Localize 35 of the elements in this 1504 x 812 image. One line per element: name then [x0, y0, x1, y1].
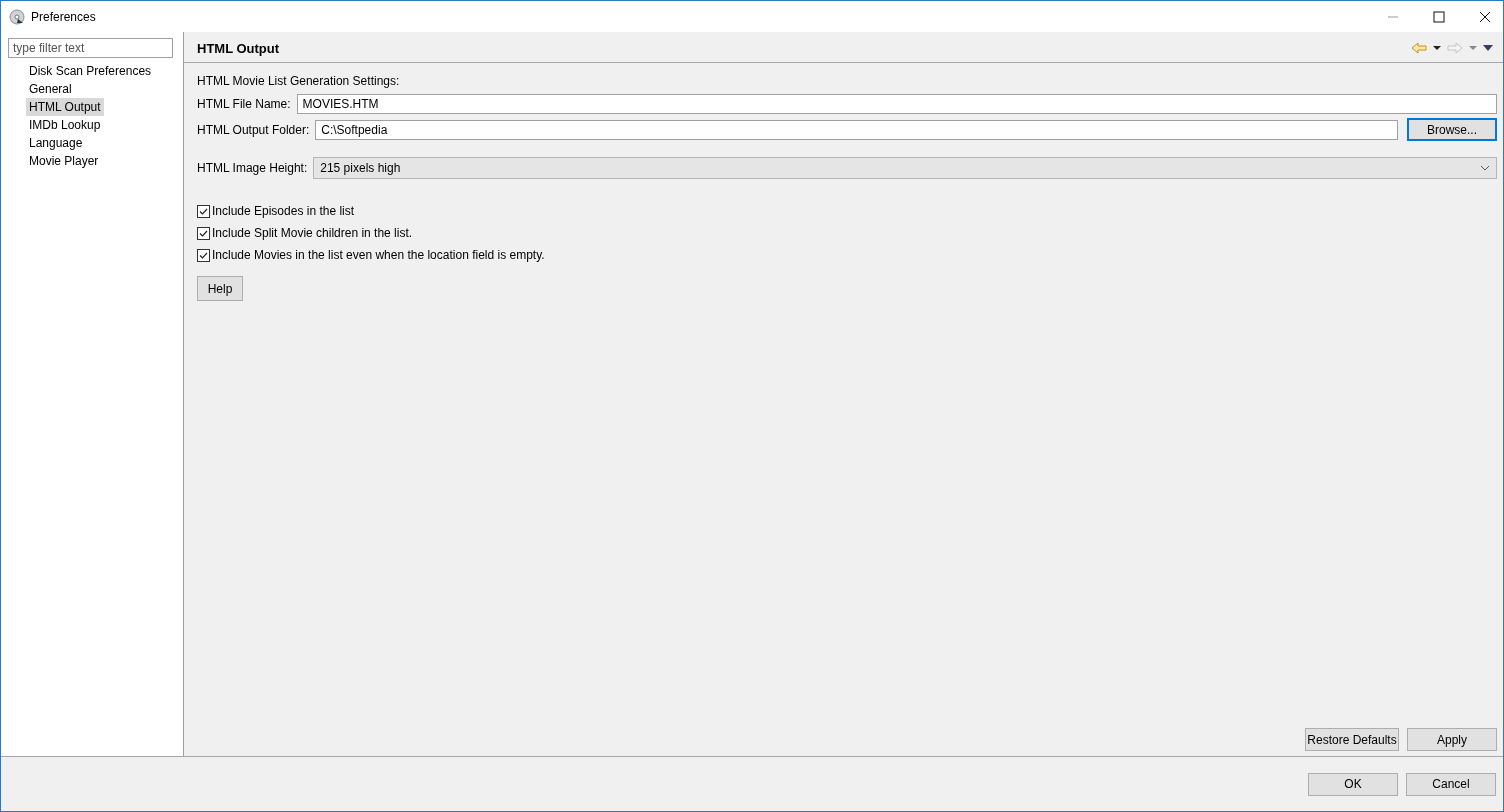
text-field[interactable]: MOVIES.HTM — [296, 94, 1497, 114]
chevron-down-icon — [1480, 165, 1490, 171]
dropdown-value: 215 pixels high — [320, 161, 401, 175]
field-label: HTML Output Folder: — [197, 122, 310, 137]
button[interactable]: Restore Defaults — [1305, 728, 1399, 751]
checkbox[interactable] — [197, 248, 210, 262]
disc-icon — [9, 8, 25, 25]
sidebar-item[interactable]: IMDb Lookup — [26, 116, 104, 134]
button[interactable]: Cancel — [1406, 772, 1496, 796]
maximize-icon[interactable] — [1433, 10, 1445, 23]
page-title: HTML Output — [197, 40, 280, 56]
view-menu-icon[interactable] — [1483, 45, 1493, 51]
checkbox[interactable] — [197, 226, 210, 240]
filter-field[interactable]: type filter text — [8, 38, 173, 58]
field-label: HTML Image Height: — [197, 161, 308, 175]
checkbox-label: Include Episodes in the list — [212, 204, 355, 218]
checkbox-label: Include Split Movie children in the list. — [212, 226, 413, 240]
help-button[interactable]: Help — [197, 276, 243, 301]
sidebar-item[interactable]: Language — [26, 134, 86, 152]
text-field[interactable]: C:\Softpedia — [315, 119, 1398, 140]
button[interactable]: OK — [1308, 772, 1398, 796]
dropdown[interactable]: 215 pixels high — [313, 157, 1497, 179]
section-heading: HTML Movie List Generation Settings: — [197, 73, 400, 90]
close-icon[interactable] — [1479, 10, 1491, 23]
checkbox[interactable] — [197, 204, 210, 218]
dropdown-caret-icon[interactable] — [1433, 45, 1441, 51]
button[interactable]: Apply — [1407, 728, 1497, 751]
window-title: Preferences — [31, 9, 96, 24]
sidebar-item[interactable]: HTML Output — [26, 98, 104, 116]
checkbox-label: Include Movies in the list even when the location field is empty. — [212, 248, 545, 262]
sidebar-item[interactable]: General — [26, 80, 75, 98]
sidebar-item[interactable]: Disk Scan Preferences — [26, 62, 155, 80]
browse-button[interactable]: Browse... — [1407, 118, 1497, 141]
field-label: HTML File Name: — [197, 97, 291, 111]
sidebar-item[interactable]: Movie Player — [26, 152, 102, 170]
